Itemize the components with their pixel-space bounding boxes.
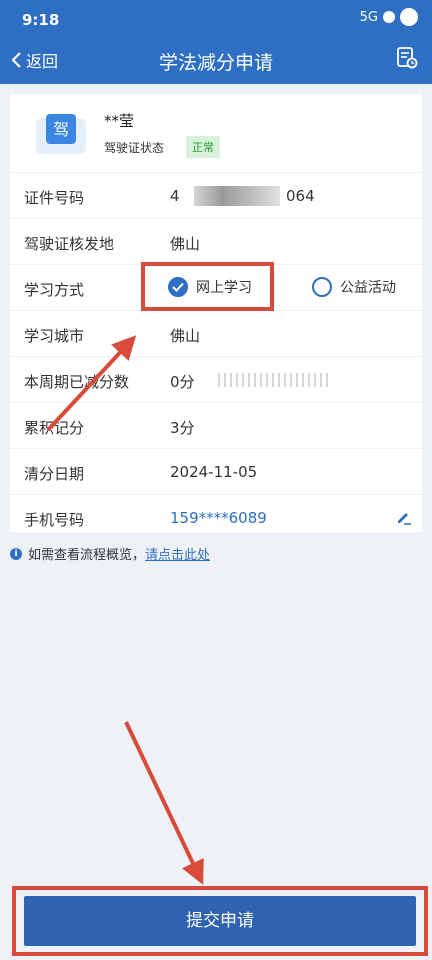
submit-button[interactable]: 提交申请	[24, 896, 416, 946]
annotation-arrows	[46, 335, 204, 885]
arrow-up	[46, 335, 137, 432]
annotation-submit-box: 提交申请	[12, 886, 428, 956]
arrow-down	[124, 721, 204, 885]
